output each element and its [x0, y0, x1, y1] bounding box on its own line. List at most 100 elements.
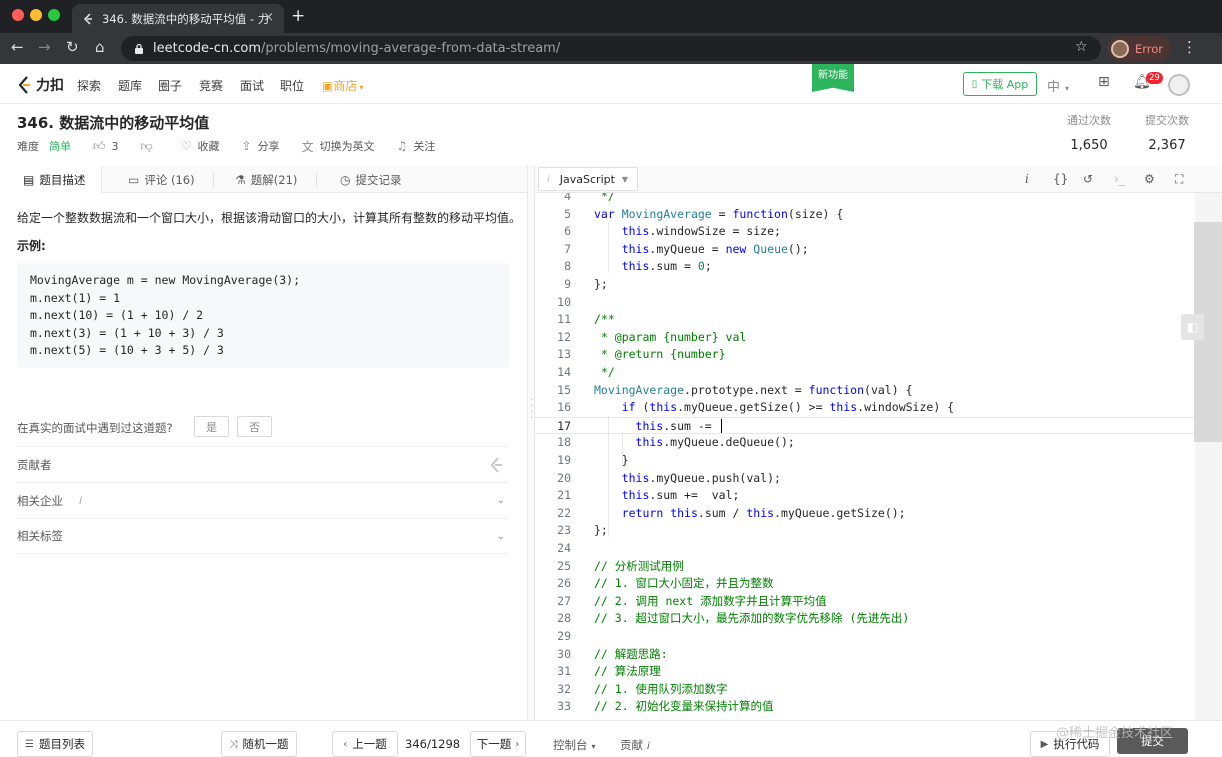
code-line[interactable]: 11 /** [535, 311, 1195, 329]
switch-english-button[interactable]: 文切换为英文 [302, 138, 375, 155]
terminal-icon[interactable]: ›_ [1114, 172, 1125, 186]
home-icon[interactable]: ⌂ [95, 38, 105, 56]
follow-button[interactable]: ♫ 关注 [397, 138, 436, 154]
fullscreen-icon[interactable]: ⛶ [1175, 172, 1183, 187]
console-toggle[interactable]: 控制台 ▾ [553, 737, 596, 753]
code-line[interactable]: 9}; [535, 276, 1195, 294]
close-tab-icon[interactable]: × [263, 10, 274, 25]
yes-button[interactable]: 是 [194, 416, 229, 437]
code-line[interactable]: 6 this.windowSize = size; [535, 223, 1195, 241]
new-tab-icon[interactable]: + [291, 6, 305, 26]
code-line[interactable]: 29 [535, 628, 1195, 646]
language-select[interactable]: i JavaScript ▼ [538, 167, 638, 191]
address-bar[interactable]: leetcode-cn.com/problems/moving-average-… [121, 36, 1101, 61]
reset-icon[interactable]: ↺ [1083, 172, 1093, 186]
problem-list-button[interactable]: ☰ 题目列表 [17, 731, 93, 757]
code-format-icon[interactable]: {} [1053, 172, 1068, 186]
forward-icon[interactable]: → [38, 38, 51, 56]
back-icon[interactable]: ← [11, 38, 24, 56]
browser-menu-icon[interactable]: ⋮ [1182, 38, 1197, 56]
contributors-row[interactable]: 贡献者 [17, 446, 508, 482]
browser-tab[interactable]: 346. 数据流中的移动平均值 - 力 × [72, 4, 284, 33]
side-panel-toggle[interactable]: ◧ [1181, 314, 1204, 340]
share-button[interactable]: ⇪ 分享 [242, 138, 280, 154]
minimize-window-button[interactable] [30, 9, 42, 21]
settings-gear-icon[interactable]: ⚙ [1144, 172, 1155, 186]
contribute-link[interactable]: 贡献 i [620, 737, 650, 753]
code-line[interactable]: 14 */ [535, 364, 1195, 382]
tab-comments[interactable]: ▭ 评论 (16) [128, 166, 195, 193]
code-line[interactable]: 17 this.sum -= [535, 416, 1195, 435]
nav-jobs[interactable]: 职位 [280, 77, 304, 94]
nav-circle[interactable]: 圈子 [158, 77, 182, 94]
related-tags-row[interactable]: 相关标签 ⌄ [17, 518, 508, 554]
new-feature-ribbon[interactable]: 新功能 [812, 64, 854, 92]
code-line[interactable]: 10 [535, 294, 1195, 312]
profile-error-button[interactable]: Error [1107, 36, 1171, 61]
line-number: 12 [557, 329, 571, 344]
code-line[interactable]: 5 var MovingAverage = function(size) { [535, 206, 1195, 224]
code-text: */ [594, 364, 615, 382]
code-line[interactable]: 27 // 2. 调用 next 添加数字并且计算平均值 [535, 593, 1195, 611]
comment-icon: ▭ [128, 172, 140, 187]
code-line[interactable]: 13 * @return {number} [535, 346, 1195, 364]
download-app-button[interactable]: ▯ 下载 App [963, 72, 1037, 96]
favorite-button[interactable]: ♡ 收藏 [181, 138, 220, 154]
code-line[interactable]: 24 [535, 540, 1195, 558]
panel-toggle-icon: ◧ [1186, 320, 1199, 334]
code-line[interactable]: 12 * @param {number} val [535, 329, 1195, 347]
user-avatar[interactable] [1168, 74, 1190, 96]
nav-problems[interactable]: 题库 [118, 77, 142, 94]
nav-contest[interactable]: 竞赛 [199, 77, 223, 94]
code-line[interactable]: 21 this.sum += val; [535, 487, 1195, 505]
nav-interview[interactable]: 面试 [240, 77, 264, 94]
random-problem-button[interactable]: ⤨ 随机一题 [221, 731, 297, 757]
like-button[interactable]: 👍︎ 3 [93, 139, 119, 154]
line-number: 21 [557, 488, 571, 503]
code-text: // 2. 初始化变量来保持计算的值 [594, 698, 774, 716]
code-line[interactable]: 30 // 解题思路: [535, 646, 1195, 664]
prev-problem-button[interactable]: ‹ 上一题 [332, 731, 398, 757]
code-line[interactable]: 18 this.myQueue.deQueue(); [535, 434, 1195, 452]
code-text: this.myQueue.push(val); [594, 470, 781, 488]
dislike-button[interactable]: 👎︎ [141, 139, 159, 154]
leetcode-logo[interactable]: 力扣 [17, 75, 64, 95]
playground-icon[interactable]: ⊞ [1098, 74, 1110, 90]
code-token: this [621, 488, 650, 503]
code-line[interactable]: 32 // 1. 使用队列添加数字 [535, 681, 1195, 699]
code-line[interactable]: 26 // 1. 窗口大小固定，并且为整数 [535, 575, 1195, 593]
code-line[interactable]: 25 // 分析测试用例 [535, 558, 1195, 576]
tab-submissions[interactable]: ◷ 提交记录 [340, 166, 401, 193]
panel-resize-handle[interactable]: · · · · [527, 166, 535, 720]
code-line[interactable]: 28 // 3. 超过窗口大小，最先添加的数字优先移除 (先进先出) [535, 610, 1195, 628]
code-text: */ [594, 193, 615, 206]
code-line[interactable]: 23}; [535, 522, 1195, 540]
code-line[interactable]: 15 MovingAverage.prototype.next = functio… [535, 382, 1195, 400]
nav-store[interactable]: ▣商店 ▾ [322, 77, 363, 94]
next-problem-button[interactable]: 下一题 › [470, 731, 526, 757]
reload-icon[interactable]: ↻ [66, 38, 79, 56]
maximize-window-button[interactable] [48, 9, 60, 21]
code-line[interactable]: 33 // 2. 初始化变量来保持计算的值 [535, 698, 1195, 716]
code-line[interactable]: 4 */ [535, 193, 1195, 206]
profile-status: Error [1135, 41, 1164, 56]
code-line[interactable]: 31 // 算法原理 [535, 663, 1195, 681]
tab-description[interactable]: ▤ 题目描述 [0, 166, 102, 193]
code-line[interactable]: 22 return this.sum / this.myQueue.getSiz… [535, 505, 1195, 523]
related-companies-row[interactable]: 相关企业 i ⌄ [17, 482, 508, 518]
info-icon[interactable]: i [1025, 172, 1029, 186]
language-switch[interactable]: 中 ▾ [1047, 76, 1069, 95]
code-editor[interactable]: 4 */5 var MovingAverage = function(size) … [535, 193, 1195, 720]
code-line[interactable]: 7 this.myQueue = new Queue(); [535, 241, 1195, 259]
code-line[interactable]: 20 this.myQueue.push(val); [535, 470, 1195, 488]
nav-explore[interactable]: 探索 [77, 77, 101, 94]
bookmark-star-icon[interactable]: ☆ [1075, 39, 1088, 55]
no-button[interactable]: 否 [237, 416, 272, 437]
close-window-button[interactable] [12, 9, 24, 21]
tab-solutions[interactable]: ⚗ 题解(21) [235, 166, 297, 193]
code-line[interactable]: 16 if (this.myQueue.getSize() >= this.wi… [535, 399, 1195, 417]
code-line[interactable]: 19 } [535, 452, 1195, 470]
code-line[interactable]: 8 this.sum = 0; [535, 258, 1195, 276]
